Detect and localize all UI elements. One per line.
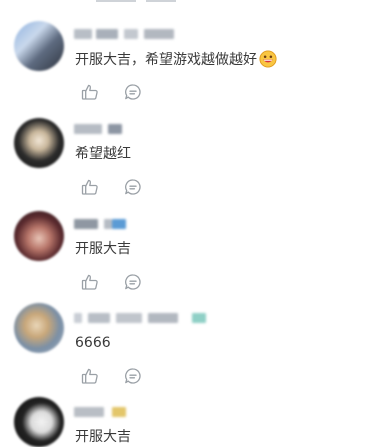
thumbs-up-icon	[81, 368, 98, 384]
comment-text: 6666	[75, 334, 111, 352]
reply-button[interactable]	[124, 178, 142, 196]
comment-text-content: 6666	[75, 335, 111, 351]
thumbs-up-icon	[81, 274, 98, 290]
comment-bubble-icon	[125, 274, 141, 290]
comment-item: 开服大吉	[0, 397, 377, 447]
comment-bubble-icon	[125, 179, 141, 195]
comment-text-content: 开服大吉	[75, 429, 131, 445]
previous-comment-fragment	[96, 0, 206, 3]
username-blurred[interactable]	[74, 311, 214, 325]
like-button[interactable]	[81, 273, 99, 291]
username-blurred[interactable]	[74, 217, 134, 231]
comment-text: 开服大吉，希望游戏越做越好	[75, 50, 277, 69]
username-blurred[interactable]	[74, 122, 134, 136]
comment-item: 希望越红	[0, 118, 377, 200]
reply-button[interactable]	[124, 83, 142, 101]
comment-text-content: 希望越红	[75, 146, 131, 162]
avatar[interactable]	[14, 397, 64, 447]
comment-text: 开服大吉	[75, 240, 131, 258]
like-button[interactable]	[81, 178, 99, 196]
username-blurred[interactable]	[74, 27, 184, 41]
comment-item: 开服大吉	[0, 211, 377, 295]
like-button[interactable]	[81, 83, 99, 101]
reply-button[interactable]	[124, 367, 142, 385]
comment-item: 6666	[0, 303, 377, 389]
avatar[interactable]	[14, 21, 64, 71]
username-blurred[interactable]	[74, 405, 134, 419]
avatar[interactable]	[14, 303, 64, 353]
comment-text-content: 开服大吉	[75, 241, 131, 257]
avatar[interactable]	[14, 118, 64, 168]
grinning-face-emoji-icon	[259, 50, 277, 68]
reply-button[interactable]	[124, 273, 142, 291]
comment-text: 开服大吉	[75, 428, 131, 446]
comment-bubble-icon	[125, 368, 141, 384]
comment-item: 开服大吉，希望游戏越做越好	[0, 21, 377, 105]
like-button[interactable]	[81, 367, 99, 385]
avatar[interactable]	[14, 211, 64, 261]
comment-text-content: 开服大吉，希望游戏越做越好	[75, 52, 257, 68]
thumbs-up-icon	[81, 179, 98, 195]
comment-bubble-icon	[125, 84, 141, 100]
thumbs-up-icon	[81, 84, 98, 100]
comment-text: 希望越红	[75, 145, 131, 163]
